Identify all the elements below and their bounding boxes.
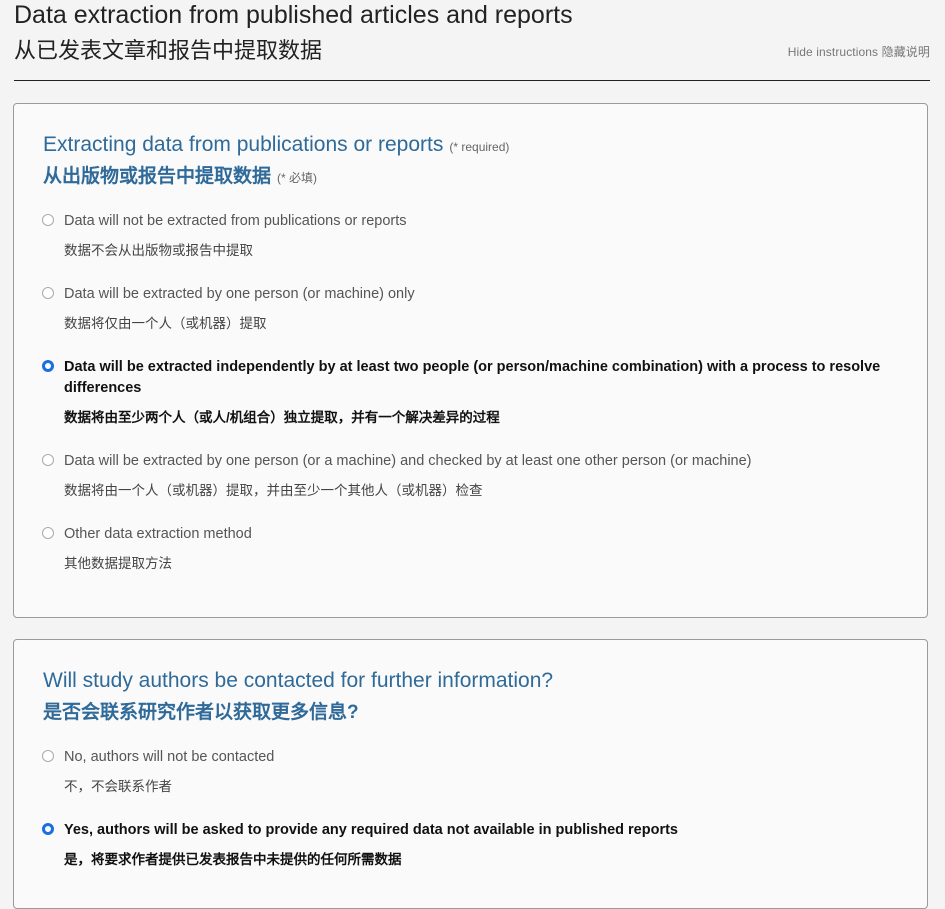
question-title-chinese: 是否会联系研究作者以获取更多信息? [43, 702, 359, 723]
option-label-chinese: 是，将要求作者提供已发表报告中未提供的任何所需数据 [64, 852, 402, 867]
option-label: Data will be extracted independently by … [64, 359, 881, 396]
option-label-chinese: 数据不会从出版物或报告中提取 [64, 243, 253, 258]
option-label-chinese: 数据将仅由一个人（或机器）提取 [64, 316, 267, 331]
option-label: Data will not be extracted from publicat… [64, 213, 407, 229]
question-card-contact-authors: Will study authors be contacted for furt… [13, 639, 928, 909]
page-title: Data extraction from published articles … [14, 1, 573, 29]
option-label: No, authors will not be contacted [64, 749, 275, 765]
question-card-data-extraction: Extracting data from publications or rep… [13, 103, 928, 618]
page-header: Data extraction from published articles … [0, 0, 945, 82]
radio-button-selected[interactable] [42, 823, 54, 835]
question-title-chinese: 从出版物或报告中提取数据 (* 必填) [43, 166, 318, 187]
radio-option[interactable]: No, authors will not be contacted 不，不会联系… [42, 747, 912, 797]
option-label-chinese: 数据将由至少两个人（或人/机组合）独立提取，并有一个解决差异的过程 [64, 410, 500, 425]
radio-button[interactable] [42, 287, 54, 299]
option-label-chinese: 数据将由一个人（或机器）提取，并由至少一个其他人（或机器）检查 [64, 483, 483, 498]
question-title: Extracting data from publications or rep… [43, 133, 510, 156]
question-title: Will study authors be contacted for furt… [43, 669, 554, 692]
option-label: Data will be extracted by one person (or… [64, 453, 752, 469]
option-label: Yes, authors will be asked to provide an… [64, 822, 678, 838]
radio-option[interactable]: Data will be extracted by one person (or… [42, 284, 912, 334]
radio-option[interactable]: Data will not be extracted from publicat… [42, 211, 912, 261]
radio-option[interactable]: Yes, authors will be asked to provide an… [42, 820, 912, 870]
radio-button[interactable] [42, 527, 54, 539]
option-label-chinese: 不，不会联系作者 [64, 779, 172, 794]
option-label: Other data extraction method [64, 526, 252, 542]
radio-button[interactable] [42, 214, 54, 226]
hide-instructions-link[interactable]: Hide instructions 隐藏说明 [788, 43, 930, 60]
required-marker: (* required) [449, 140, 510, 154]
radio-button[interactable] [42, 454, 54, 466]
required-marker-chinese: (* 必填) [277, 171, 318, 185]
option-label: Data will be extracted by one person (or… [64, 286, 415, 302]
radio-option[interactable]: Other data extraction method 其他数据提取方法 [42, 524, 912, 574]
page-title-chinese: 从已发表文章和报告中提取数据 [14, 38, 323, 63]
option-label-chinese: 其他数据提取方法 [64, 556, 172, 571]
radio-button-selected[interactable] [42, 360, 54, 372]
radio-option[interactable]: Data will be extracted independently by … [42, 357, 912, 429]
radio-option[interactable]: Data will be extracted by one person (or… [42, 451, 912, 501]
radio-button[interactable] [42, 750, 54, 762]
header-divider [14, 80, 930, 81]
